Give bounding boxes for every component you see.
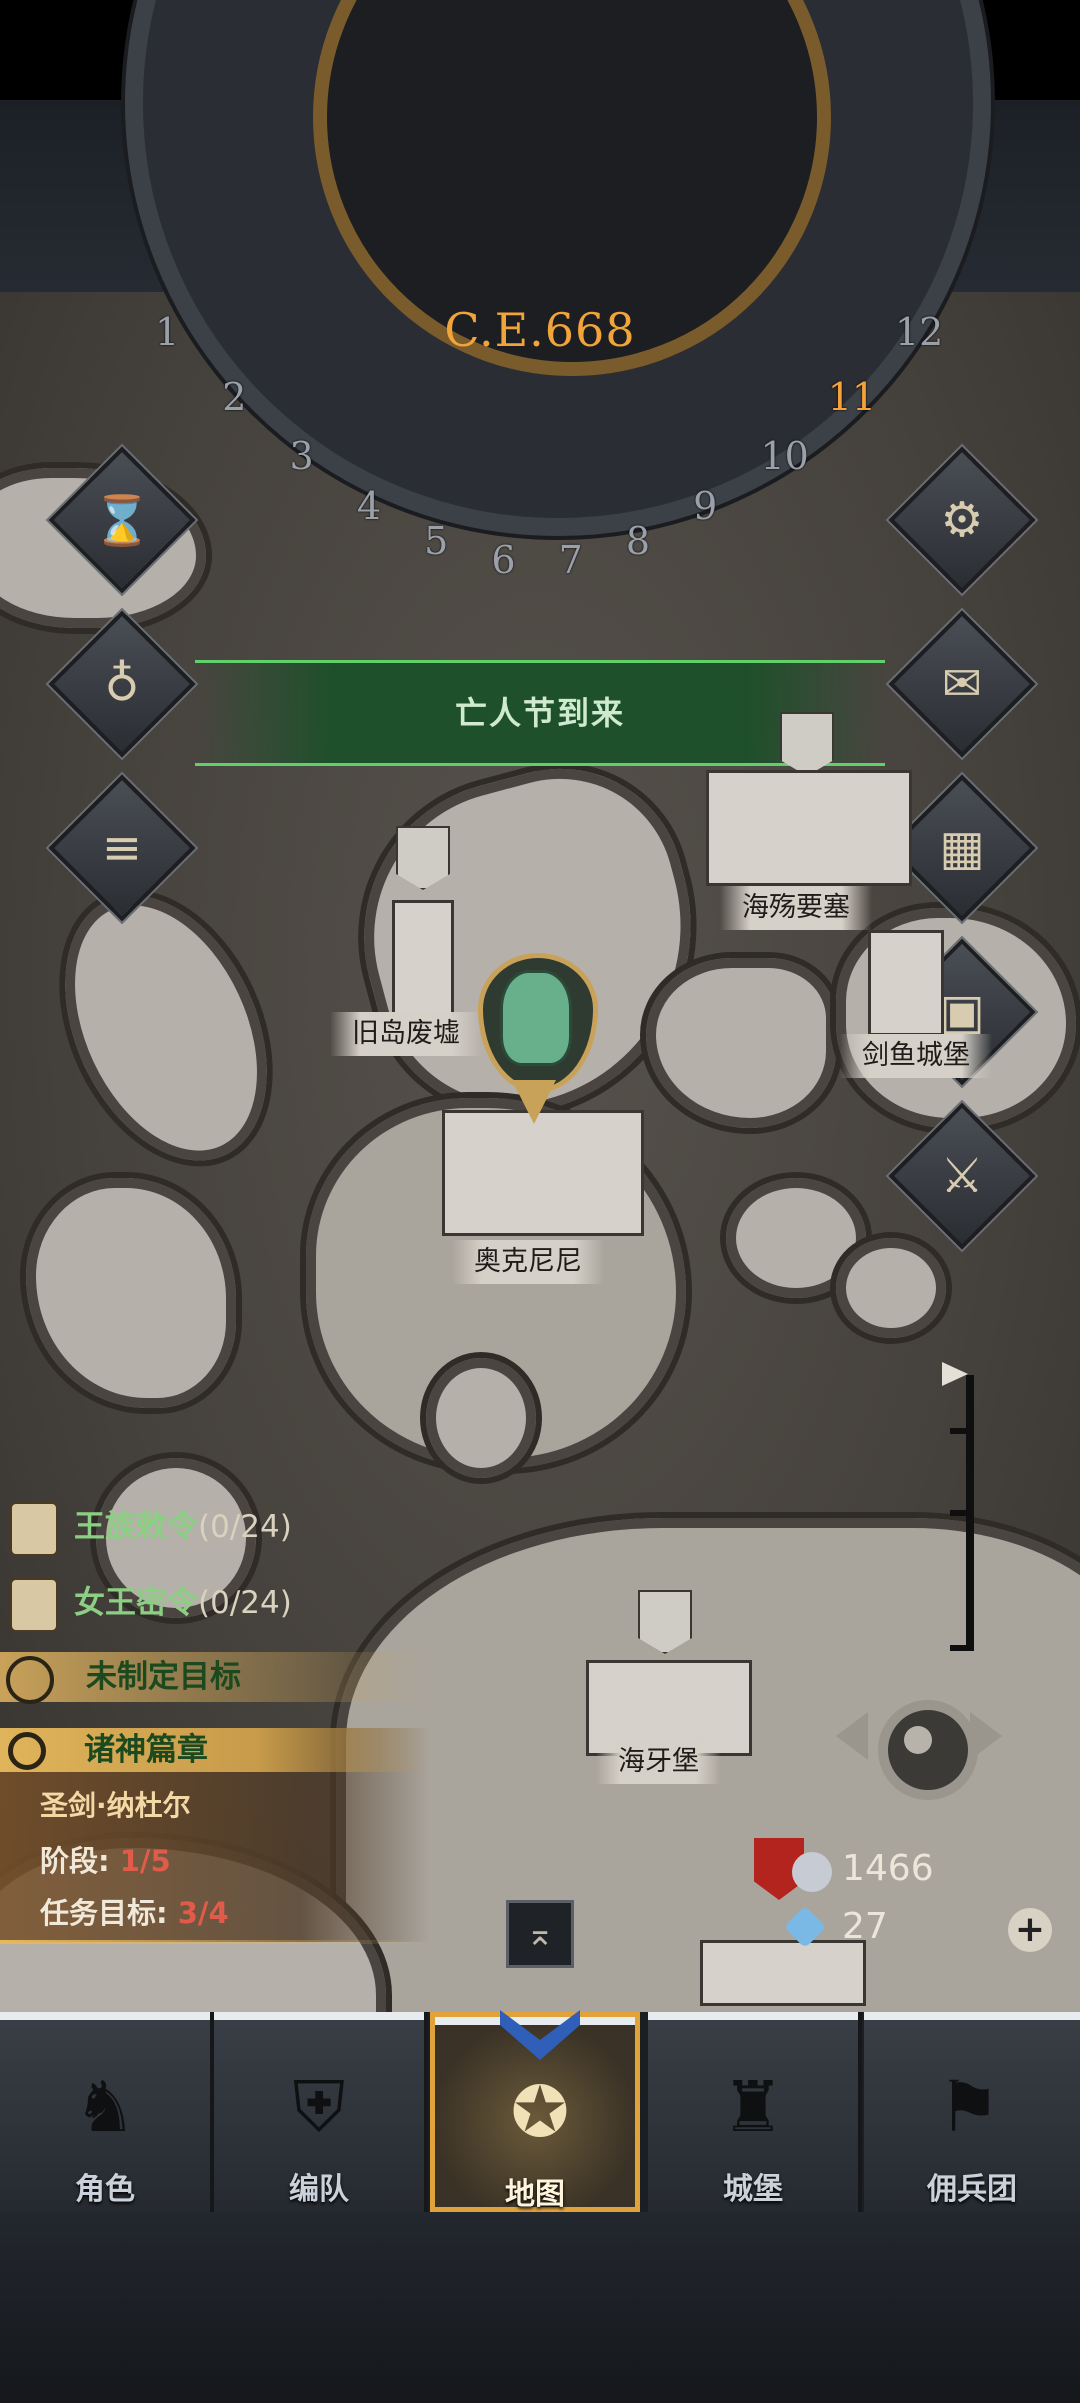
target-label: 未制定目标	[86, 1659, 241, 1695]
location-label-old-island-ruins[interactable]: 旧岛废墟	[330, 1012, 482, 1056]
collapse-button[interactable]: ⌅	[506, 1900, 574, 1968]
chapter-subtitle: 圣剑·纳杜尔	[40, 1789, 191, 1822]
scroll-icon	[10, 1501, 58, 1556]
month-number: 4	[356, 483, 381, 528]
locate-icon	[904, 1726, 932, 1754]
knight-helmet-icon	[500, 970, 572, 1066]
location-label-seatooth-keep[interactable]: 海牙堡	[596, 1740, 721, 1784]
location-label-swordfish-castle[interactable]: 剑鱼城堡	[840, 1034, 992, 1078]
goal-value: 3/4	[177, 1896, 229, 1930]
add-resource-button[interactable]: +	[1008, 1908, 1052, 1952]
nav-label: 佣兵团	[927, 2172, 1017, 2207]
zoom-tick	[950, 1428, 974, 1434]
quest-count: (0/24)	[198, 1509, 292, 1545]
month-number: 5	[424, 519, 449, 564]
nav-label: 地图	[505, 2177, 565, 2212]
goal-label: 任务目标:	[40, 1896, 168, 1930]
nav-tab-character[interactable]: ♞ 角色	[0, 2012, 214, 2212]
quest-target[interactable]: 未制定目标	[0, 1652, 430, 1704]
chapter-goal: 任务目标: 3/4	[40, 1890, 229, 1932]
location-label-sea-fortress[interactable]: 海殇要塞	[720, 886, 872, 930]
hourglass-icon: ⌛	[92, 492, 152, 549]
mercenary-icon: ⚔	[940, 1148, 984, 1204]
nav-tab-castle[interactable]: ♜ 城堡	[648, 2012, 862, 2212]
month-number: 10	[760, 434, 809, 479]
stage-value: 1/5	[119, 1844, 171, 1878]
helmet-icon: ⛨	[292, 2065, 346, 2148]
mercenary-flag-icon: ⚑	[937, 2066, 1001, 2148]
zoom-tick	[950, 1645, 974, 1651]
month-number: 2	[222, 374, 247, 419]
month-number: 12	[895, 310, 944, 354]
pan-right-icon[interactable]	[970, 1712, 1002, 1760]
month-number: 6	[491, 537, 516, 582]
chapter-title: 诸神篇章	[84, 1732, 208, 1768]
gear-icon: ⚙	[940, 492, 984, 548]
silver-coin-icon	[792, 1852, 832, 1892]
quest-count: (0/24)	[198, 1585, 292, 1621]
chapter-stage: 阶段: 1/5	[40, 1838, 171, 1880]
chapter-header: 诸神篇章	[0, 1728, 430, 1772]
scroll-icon: ≡	[101, 820, 143, 876]
quest-royal-decree[interactable]: 王族敕令(0/24)	[10, 1500, 292, 1556]
quest-label: 女王密令	[74, 1585, 198, 1621]
month-number: 7	[558, 537, 583, 582]
location-castle[interactable]	[868, 930, 944, 1036]
quest-label: 王族敕令	[74, 1509, 198, 1545]
stage-label: 阶段:	[40, 1844, 110, 1878]
home-castle[interactable]	[700, 1940, 866, 2006]
zoom-tick	[950, 1510, 974, 1516]
location-label-oakenini[interactable]: 奥克尼尼	[452, 1240, 604, 1284]
player-marker-pin	[512, 1080, 556, 1124]
letter-icon	[10, 1577, 58, 1632]
gem-amount: 27	[842, 1906, 888, 1947]
chapter-panel[interactable]: 诸神篇章 圣剑·纳杜尔 阶段: 1/5 任务目标: 3/4	[0, 1728, 430, 1942]
castle-icon: ♜	[721, 2066, 785, 2148]
nav-label: 城堡	[723, 2172, 783, 2207]
money-bag-icon: ♁	[104, 656, 140, 712]
location-city[interactable]	[442, 1110, 644, 1236]
month-number: 9	[693, 483, 718, 528]
nav-tab-formation[interactable]: ⛨ 编队	[214, 2012, 428, 2212]
nav-tab-mercenary[interactable]: ⚑ 佣兵团	[864, 2012, 1080, 2212]
month-number: 8	[625, 519, 651, 564]
zoom-flag-icon	[942, 1362, 968, 1386]
chapter-divider	[0, 1940, 430, 1944]
month-number: 11	[827, 374, 877, 419]
nav-label: 编队	[289, 2172, 349, 2207]
month-number: 1	[155, 310, 180, 354]
nav-label: 角色	[75, 2172, 135, 2207]
locate-button[interactable]	[878, 1700, 978, 1800]
grid-icon: ▦	[939, 820, 985, 876]
location-fortress[interactable]	[706, 770, 912, 886]
silver-amount: 1466	[842, 1848, 934, 1889]
mail-icon: ✉	[941, 656, 983, 712]
location-tower[interactable]	[392, 900, 454, 1016]
bottom-frame	[0, 2212, 1080, 2403]
month-number: 3	[289, 434, 314, 479]
map-compass-icon: ✪	[510, 2071, 570, 2153]
search-icon	[8, 1732, 46, 1770]
target-icon	[6, 1656, 54, 1704]
quest-queen-secret[interactable]: 女王密令(0/24)	[10, 1576, 292, 1632]
knight-icon: ♞	[73, 2066, 137, 2148]
pan-left-icon[interactable]	[836, 1712, 868, 1760]
